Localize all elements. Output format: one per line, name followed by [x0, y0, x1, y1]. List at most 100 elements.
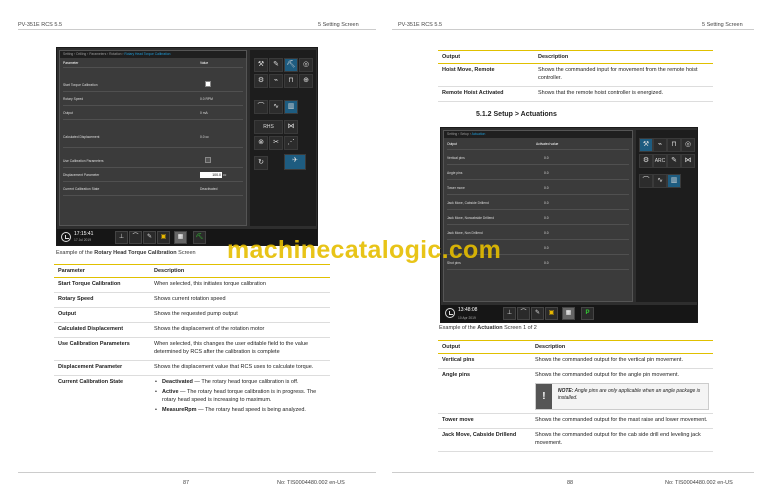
- target-icon[interactable]: ◎: [299, 58, 313, 72]
- wave-icon[interactable]: ∿: [269, 100, 283, 114]
- carriage-icon[interactable]: ⊓: [284, 74, 298, 88]
- chart-icon[interactable]: ⊥: [115, 231, 128, 244]
- header-section: 5 Setting Screen: [702, 22, 743, 28]
- parking-icon[interactable]: P: [581, 307, 594, 320]
- drill-status-icon[interactable]: ⛏: [193, 231, 206, 244]
- wave-icon[interactable]: ⌒: [129, 231, 142, 244]
- wave-icon[interactable]: ∿: [653, 174, 667, 188]
- wrench-icon[interactable]: ✎: [667, 154, 681, 168]
- time-display: 13:48:08: [458, 307, 478, 313]
- tool-icon[interactable]: ✂: [269, 136, 283, 150]
- folder-icon[interactable]: ▣: [545, 307, 558, 320]
- parameter-table: Parameter Description Start Torque Calib…: [54, 264, 330, 420]
- wrench-icon[interactable]: ✎: [269, 58, 283, 72]
- split-icon[interactable]: ⋈: [681, 154, 695, 168]
- status-bar: 13:48:08 10 Apr 2019 ⊥ ⌒ ✎ ▣ ▦ P: [441, 305, 697, 322]
- wrench-icon[interactable]: ⚙: [254, 74, 268, 88]
- row-label: Jack Move, Noncabside Drillend: [447, 216, 495, 220]
- row-label: Tower move: [447, 186, 465, 190]
- chart-icon[interactable]: ⊥: [503, 307, 516, 320]
- arc-icon[interactable]: ARC: [653, 154, 667, 168]
- carriage-icon[interactable]: ⌒: [639, 174, 653, 188]
- table-row: Tower move Shows the commanded output for…: [438, 413, 713, 429]
- target-icon[interactable]: ⊕: [299, 74, 313, 88]
- carriage-icon[interactable]: ⊓: [667, 138, 681, 152]
- table-row: Displacement Parameter Shows the displace…: [54, 360, 330, 376]
- breadcrumb: Setting › Setup › Actuation: [444, 131, 632, 138]
- table-header-row: Output Description: [438, 340, 713, 354]
- clock-icon: [61, 232, 71, 242]
- row-value: 0 mA: [200, 111, 208, 115]
- gear-icon[interactable]: ⚙: [639, 154, 653, 168]
- page-number: 87: [183, 480, 190, 486]
- wrench-icon[interactable]: ✎: [531, 307, 544, 320]
- column-header: Description: [534, 50, 713, 64]
- drill-icon[interactable]: ⚒: [639, 138, 653, 152]
- clock-icon: [445, 308, 455, 318]
- list-item: MeasureRpm — The rotary head speed is be…: [154, 407, 326, 415]
- table-header-row: Output Description: [438, 50, 713, 64]
- actuation-panel: Setting › Setup › Actuation Output Activ…: [443, 130, 633, 302]
- column-header-value: Value: [200, 61, 209, 65]
- refresh-icon[interactable]: ↻: [254, 156, 268, 170]
- start-torque-calibration-checkbox[interactable]: [205, 81, 211, 87]
- row-value: 0.0: [544, 216, 549, 220]
- row-label: Start Torque Calibration: [63, 83, 98, 87]
- parameter-panel: Setting › Drilling › Parameters › Rotati…: [59, 50, 247, 226]
- column-header: Parameter: [54, 264, 150, 278]
- date-display: 10 Apr 2019: [458, 316, 476, 320]
- table-row: Calculated Displacement Shows the displac…: [54, 322, 330, 338]
- row-label: Vertical pins: [447, 156, 465, 160]
- tool-icon[interactable]: ⛏: [284, 58, 298, 72]
- tool-icon[interactable]: ⌁: [653, 138, 667, 152]
- table-row: Jack Move, Cabside Drillend Shows the com…: [438, 428, 713, 452]
- fan-icon[interactable]: ✈: [284, 154, 306, 170]
- header-section: 5 Setting Screen: [318, 22, 359, 28]
- row-value: 0.0: [544, 186, 549, 190]
- row-label: Rotary Speed: [63, 97, 84, 101]
- table-row: Vertical pins Shows the commanded output …: [438, 353, 713, 369]
- input-unit: cc: [223, 173, 227, 177]
- row-label: Jack Move, Cabside Drillend: [447, 201, 489, 205]
- row-value: 0.0: [544, 156, 549, 160]
- table-row: Use Calibration Parameters When selected,…: [54, 337, 330, 361]
- target-icon[interactable]: ◎: [681, 138, 695, 152]
- header-doc-title: PV-351E RCS 5.5: [18, 22, 63, 28]
- list-item: Deactivated — The rotary head torque cal…: [154, 379, 326, 387]
- use-calibration-parameters-checkbox[interactable]: [205, 157, 211, 163]
- grid-icon[interactable]: ▦: [174, 231, 187, 244]
- split-icon[interactable]: ⊗: [254, 136, 268, 150]
- wrench-icon[interactable]: ✎: [143, 231, 156, 244]
- mast-icon[interactable]: ▥: [667, 174, 681, 188]
- grid-icon[interactable]: ▦: [562, 307, 575, 320]
- wave-icon[interactable]: ⌒: [517, 307, 530, 320]
- watermark: machinecatalogic.com: [227, 236, 502, 264]
- actuation-screen: Setting › Setup › Actuation Output Activ…: [440, 127, 698, 323]
- column-header-value: Activated value: [536, 142, 559, 146]
- table-row: Hoist Move, Remote Shows the commanded in…: [438, 63, 713, 87]
- row-label: Jack Move, Non Drillend: [447, 231, 483, 235]
- row-label: Calculated Displacement: [63, 135, 100, 139]
- table-row: Start Torque Calibration When selected, t…: [54, 277, 330, 293]
- carriage-icon[interactable]: ⌒: [254, 100, 268, 114]
- icon-panel: ⚒ ✎ ⛏ ◎ ⚙ ⌁ ⊓ ⊕ ⌒ ∿ ▥ RHS ⋈ ⊗ ✂ ⋰ ↻ ✈: [250, 50, 316, 226]
- row-label: Current Calibration State: [63, 187, 100, 191]
- rhs-icon[interactable]: RHS: [254, 120, 283, 134]
- table-row: Output Shows the requested pump output: [54, 307, 330, 323]
- column-header: Output: [438, 50, 534, 64]
- table-row: Rotary Speed Shows current rotation speed: [54, 292, 330, 308]
- mast-icon[interactable]: ▥: [284, 100, 298, 114]
- figure-caption: Example of the Actuation Screen 1 of 2: [439, 325, 537, 331]
- footer-rule: [392, 472, 754, 473]
- hoist-output-table: Output Description Hoist Move, Remote Sho…: [438, 50, 713, 102]
- drill-icon[interactable]: ⚒: [254, 58, 268, 72]
- row-label: Displacement Parameter: [63, 173, 100, 177]
- tool-icon[interactable]: ⌁: [269, 74, 283, 88]
- spray-icon[interactable]: ⋰: [284, 136, 298, 150]
- split-icon[interactable]: ⋈: [284, 120, 298, 134]
- column-header-parameter: Parameter: [63, 61, 79, 65]
- displacement-parameter-input[interactable]: 100.0: [200, 172, 222, 178]
- row-value: 0.0: [544, 246, 549, 250]
- row-label: Output: [63, 111, 73, 115]
- folder-icon[interactable]: ▣: [157, 231, 170, 244]
